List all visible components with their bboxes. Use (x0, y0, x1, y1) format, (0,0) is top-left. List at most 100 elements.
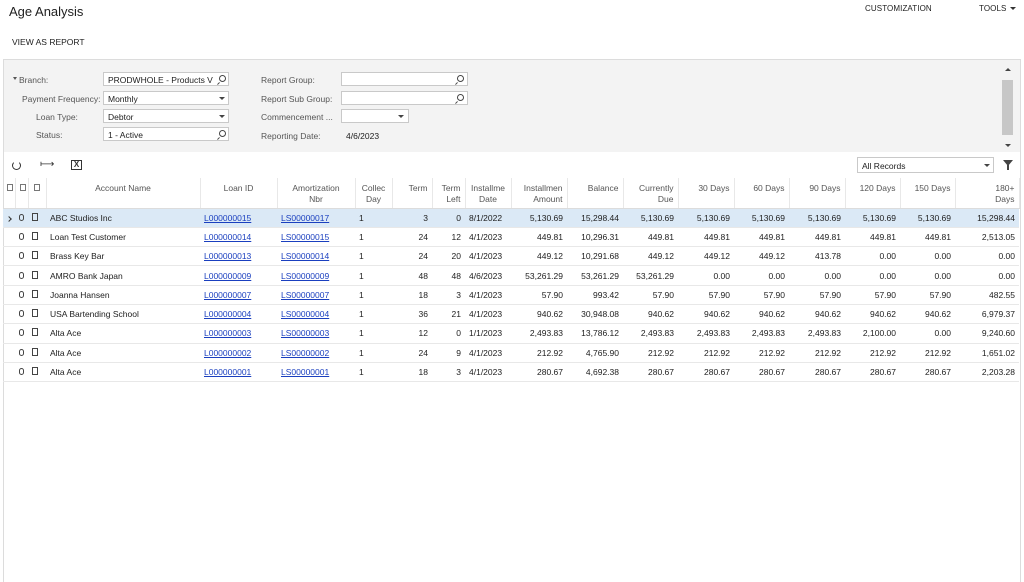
columns-icon[interactable] (7, 184, 13, 191)
amortization-link[interactable]: LS00000002 (281, 348, 329, 358)
column-header-amort[interactable]: Amortization Nbr (277, 178, 356, 209)
file-icon[interactable] (32, 212, 38, 221)
paperclip-icon[interactable] (19, 348, 24, 356)
row-attachment[interactable] (15, 265, 28, 286)
file-icon[interactable] (32, 231, 38, 240)
table-row[interactable]: AMRO Bank Japan L000000009 LS00000009 1 48 48… (3, 265, 1019, 286)
column-header-inst-date[interactable]: Installme Date (465, 178, 512, 209)
column-header-balance[interactable]: Balance (567, 178, 624, 209)
column-header-d90[interactable]: 90 Days (789, 178, 846, 209)
search-icon[interactable] (219, 75, 226, 82)
loan-id-link[interactable]: L000000007 (204, 290, 251, 300)
amortization-link[interactable]: LS00000003 (281, 328, 329, 338)
column-header-d60[interactable]: 60 Days (734, 178, 790, 209)
amortization-link[interactable]: LS00000001 (281, 367, 329, 377)
export-excel-icon[interactable]: X (71, 160, 82, 170)
amortization-link[interactable]: LS00000014 (281, 251, 329, 261)
column-header-term[interactable]: Term (392, 178, 433, 209)
report-group-field[interactable] (341, 72, 468, 86)
loan-id-link[interactable]: L000000014 (204, 232, 251, 242)
file-icon[interactable] (32, 347, 38, 356)
file-icon[interactable] (32, 367, 38, 376)
column-header-currently-due[interactable]: Currently Due (623, 178, 679, 209)
amortization-link[interactable]: LS00000007 (281, 290, 329, 300)
column-header-d150[interactable]: 150 Days (900, 178, 956, 209)
paperclip-icon[interactable] (19, 213, 24, 221)
loan-type-select[interactable]: Debtor (103, 109, 229, 123)
file-icon[interactable] (32, 289, 38, 298)
table-row[interactable]: Joanna Hansen L000000007 LS00000007 1 18 3 4/1… (3, 285, 1019, 305)
refresh-icon[interactable] (12, 161, 21, 170)
loan-id-link[interactable]: L000000003 (204, 328, 251, 338)
paperclip-icon[interactable] (19, 232, 24, 240)
column-header-d120[interactable]: 120 Days (845, 178, 901, 209)
row-note[interactable] (28, 208, 46, 228)
row-attachment[interactable] (15, 323, 28, 344)
loan-id-link[interactable]: L000000015 (204, 213, 251, 223)
row-note[interactable] (28, 343, 46, 363)
file-icon[interactable] (32, 328, 38, 337)
loan-id-link[interactable]: L000000013 (204, 251, 251, 261)
row-attachment[interactable] (15, 285, 28, 305)
row-note[interactable] (28, 285, 46, 305)
status-field[interactable]: 1 - Active (103, 127, 229, 141)
amortization-link[interactable]: LS00000004 (281, 309, 329, 319)
search-icon[interactable] (457, 94, 464, 101)
paperclip-icon[interactable] (19, 271, 24, 279)
row-attachment[interactable] (15, 227, 28, 248)
loan-id-link[interactable]: L000000001 (204, 367, 251, 377)
row-attachment[interactable] (15, 246, 28, 267)
amortization-link[interactable]: LS00000015 (281, 232, 329, 242)
row-note[interactable] (28, 227, 46, 248)
table-row[interactable]: Loan Test Customer L000000014 LS00000015 1 2… (3, 227, 1019, 248)
search-icon[interactable] (457, 75, 464, 82)
row-attachment[interactable] (15, 343, 28, 363)
paperclip-icon[interactable] (19, 368, 24, 376)
scroll-up-icon[interactable] (1005, 68, 1011, 71)
table-row[interactable]: Alta Ace L000000002 LS00000002 1 24 9 4/1/2023… (3, 343, 1019, 363)
view-as-report-button[interactable]: VIEW AS REPORT (12, 37, 85, 47)
paperclip-icon[interactable] (19, 329, 24, 337)
paperclip-icon[interactable] (19, 310, 24, 318)
branch-field[interactable]: PRODWHOLE - Products V (103, 72, 229, 86)
row-attachment[interactable] (15, 362, 28, 383)
column-header-loan-id[interactable]: Loan ID (200, 178, 278, 209)
amortization-link[interactable]: LS00000017 (281, 213, 329, 223)
report-sub-group-field[interactable] (341, 91, 468, 105)
file-icon[interactable] (32, 309, 38, 318)
row-attachment[interactable] (15, 208, 28, 228)
file-icon[interactable] (32, 270, 38, 279)
customization-button[interactable]: CUSTOMIZATION (865, 4, 932, 13)
loan-id-link[interactable]: L000000004 (204, 309, 251, 319)
table-row[interactable]: Brass Key Bar L000000013 LS00000014 1 24 20 4/… (3, 246, 1019, 267)
row-note[interactable] (28, 246, 46, 267)
table-row[interactable]: Alta Ace L000000003 LS00000003 1 12 0 1/1/2023… (3, 323, 1019, 344)
column-header-term-left[interactable]: Term Left (432, 178, 466, 209)
records-filter-select[interactable]: All Records (857, 157, 994, 173)
loan-id-link[interactable]: L000000009 (204, 271, 251, 281)
column-header-d30[interactable]: 30 Days (678, 178, 735, 209)
search-icon[interactable] (219, 130, 226, 137)
column-header-account-name[interactable]: Account Name (46, 178, 201, 209)
table-row[interactable]: USA Bartending School L000000004 LS0000000… (3, 304, 1019, 325)
row-note[interactable] (28, 304, 46, 325)
tools-menu-button[interactable]: TOOLS (979, 4, 1017, 13)
column-header-d180[interactable]: 180+ Days (955, 178, 1020, 209)
paperclip-icon[interactable] (19, 290, 24, 298)
file-icon[interactable] (32, 251, 38, 260)
row-note[interactable] (28, 362, 46, 383)
payment-frequency-select[interactable]: Monthly (103, 91, 229, 105)
scroll-down-icon[interactable] (1005, 144, 1011, 147)
collapse-filter-icon[interactable] (13, 77, 17, 80)
amortization-link[interactable]: LS00000009 (281, 271, 329, 281)
row-note[interactable] (28, 265, 46, 286)
paperclip-icon[interactable] (19, 252, 24, 260)
loan-id-link[interactable]: L000000002 (204, 348, 251, 358)
row-note[interactable] (28, 323, 46, 344)
column-header-collect-day[interactable]: Collec Day (355, 178, 393, 209)
scrollbar-thumb[interactable] (1002, 80, 1013, 135)
fit-columns-icon[interactable]: ⟼ (40, 160, 54, 170)
column-header-inst-amount[interactable]: Installmen Amount (511, 178, 568, 209)
table-row[interactable]: ABC Studios Inc L000000015 LS00000017 1 3 0 8/… (3, 208, 1019, 228)
row-attachment[interactable] (15, 304, 28, 325)
